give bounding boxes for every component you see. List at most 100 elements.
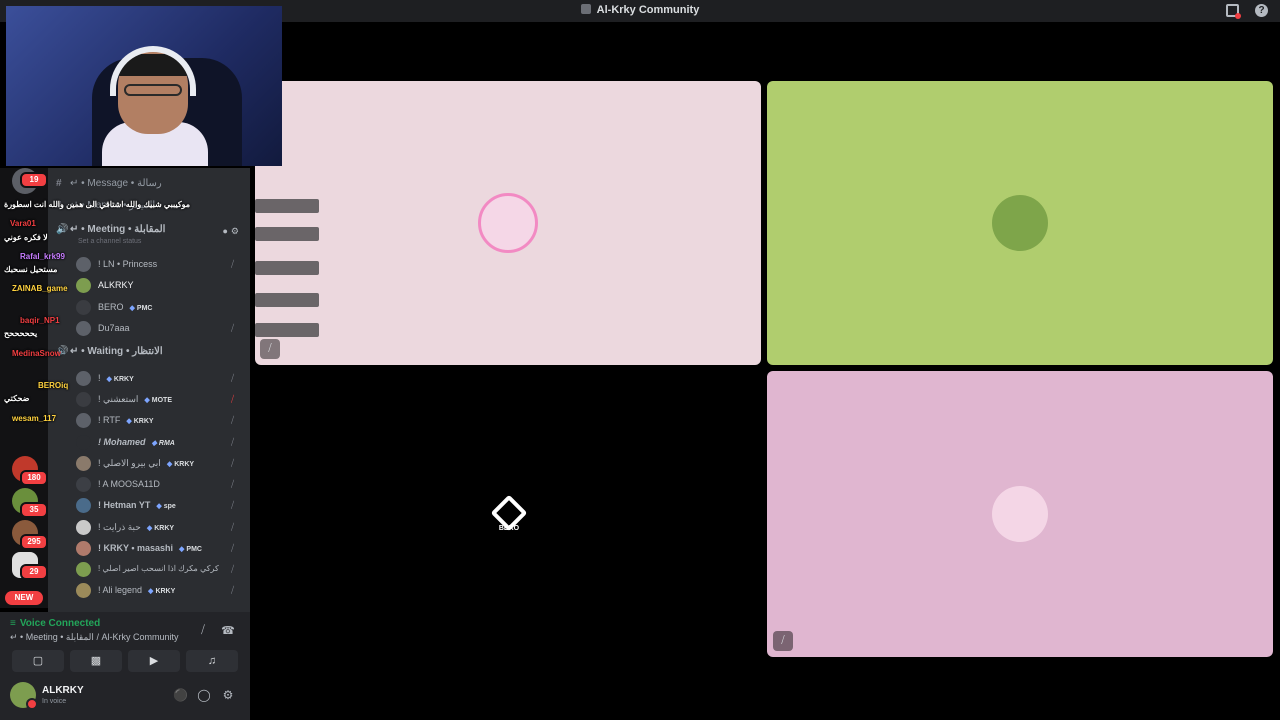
- participant-label: BERO: [498, 525, 520, 532]
- voice-member[interactable]: ! ابي بيرو الاصلي KRKY ⧸: [76, 455, 244, 473]
- member-name: ! ابي بيرو الاصلي KRKY: [98, 458, 194, 469]
- chat-text: ضحكتي: [4, 394, 30, 403]
- chat-username: Vara01: [10, 219, 36, 228]
- noise-suppression-icon[interactable]: ⧸: [196, 624, 210, 638]
- avatar[interactable]: [10, 682, 38, 710]
- member-tag: PMC: [179, 546, 202, 553]
- member-tag: KRKY: [147, 525, 174, 532]
- mute-icon: ⧸: [230, 437, 234, 447]
- mention-badge: 19: [20, 172, 48, 188]
- webcam-overlay: [6, 6, 282, 166]
- mute-icon: ⧸: [773, 631, 793, 651]
- participant-tile[interactable]: [767, 81, 1273, 365]
- camera-off-button[interactable]: ▢: [12, 650, 64, 672]
- avatar: [76, 583, 91, 598]
- window-title-text: Al-Krky Community: [596, 4, 700, 16]
- new-badge[interactable]: NEW: [5, 591, 43, 605]
- chat-message: لا فكره عوني: [4, 233, 48, 242]
- mute-icon: ⧸: [230, 259, 234, 269]
- mention-badge: 295: [20, 534, 48, 550]
- voice-member[interactable]: ! Ali legend KRKY ⧸: [76, 582, 244, 600]
- mute-icon: ⧸: [230, 458, 234, 468]
- voice-member[interactable]: ! Hetman YT spe ⧸: [76, 497, 244, 515]
- voice-member[interactable]: ! KRKY • masashi PMC ⧸: [76, 540, 244, 558]
- disconnect-icon[interactable]: ☎: [221, 624, 235, 638]
- member-tag: spe: [156, 503, 175, 510]
- chat-message: موكيببي شبيك والله اشتاقي الى همين والله…: [4, 200, 190, 209]
- webcam-glasses: [124, 84, 182, 96]
- voice-member[interactable]: ! كركي مكرك اذا انسحب اصير اصلي ⧸: [76, 561, 244, 579]
- mute-icon: ⧸: [230, 500, 234, 510]
- avatar: [992, 195, 1048, 251]
- chat-username: MedinaSnow: [12, 349, 61, 358]
- server-icon: [580, 4, 591, 14]
- chat-username: Rafal_krk99: [20, 252, 65, 261]
- participant-tile[interactable]: ⧸: [255, 81, 761, 365]
- inbox-icon[interactable]: [1226, 4, 1241, 19]
- user-status: In voice: [42, 698, 67, 705]
- chat-message: يحححححح: [4, 329, 37, 338]
- mention-badge: 29: [20, 564, 48, 580]
- overlay-bar: [255, 199, 319, 213]
- user-name[interactable]: ALKRKY: [42, 685, 84, 696]
- mute-icon: ⧸: [230, 373, 234, 383]
- member-name: ! كركي مكرك اذا انسحب اصير اصلي: [98, 564, 219, 573]
- mute-icon: ⧸: [230, 479, 234, 489]
- avatar: [76, 562, 91, 577]
- participant-tile[interactable]: ⧸: [767, 371, 1273, 657]
- member-name-text: ! حبة ذرايت: [98, 522, 141, 532]
- chat-username: ZAINAB_game: [12, 284, 68, 293]
- member-name: ! حبة ذرايت KRKY: [98, 522, 174, 533]
- mute-icon: ⧸: [230, 522, 234, 532]
- mute-icon: ⧸: [230, 585, 234, 595]
- member-name-text: ! ابي بيرو الاصلي: [98, 458, 161, 468]
- overlay-bar: [255, 261, 319, 275]
- voice-connected-status[interactable]: Voice Connected: [10, 618, 100, 629]
- overlay-bar: [255, 323, 319, 337]
- mute-icon: ⧸: [260, 339, 280, 359]
- avatar: [76, 541, 91, 556]
- chat-text: لا فكره عوني: [4, 233, 48, 242]
- chat-text: موكيببي شبيك والله اشتاقي الى همين والله…: [4, 200, 191, 209]
- participant-tile[interactable]: BERO: [255, 371, 761, 657]
- soundboard-button[interactable]: ♫: [186, 650, 238, 672]
- member-name-text: ! Ali legend: [98, 585, 143, 595]
- voice-member[interactable]: ! حبة ذرايت KRKY ⧸: [76, 519, 244, 537]
- member-name: ! Ali legend KRKY: [98, 585, 175, 595]
- chat-username: BEROiq: [38, 381, 69, 390]
- stream-chat-overlay: موكيببي شبيك والله اشتاقي الى همين والله…: [0, 188, 190, 438]
- voice-panel: Voice Connected ↵ • Meeting • المقابلة /…: [0, 612, 250, 720]
- avatar: [478, 193, 538, 253]
- voice-member[interactable]: ! A MOOSA11D ⧸: [76, 476, 244, 494]
- mute-icon: ⧸: [230, 564, 234, 574]
- member-name: ! Mohamed RMA: [98, 437, 175, 447]
- chat-username: baqir_NP1: [20, 316, 60, 325]
- member-name: ! A MOOSA11D: [98, 479, 160, 489]
- help-icon[interactable]: ?: [1255, 4, 1268, 17]
- chat-text: يحححححح: [4, 329, 38, 338]
- channel-tools[interactable]: ●⚙: [222, 226, 242, 237]
- activities-button[interactable]: ▶: [128, 650, 180, 672]
- mention-badge: 180: [20, 470, 48, 486]
- member-name-text: ! Mohamed: [98, 437, 146, 447]
- voice-location[interactable]: ↵ • Meeting • المقابلة / Al-Krky Communi…: [10, 632, 178, 643]
- avatar: [76, 456, 91, 471]
- overlay-bar: [255, 293, 319, 307]
- mute-icon: ⧸: [230, 543, 234, 553]
- member-name-text: ! Hetman YT: [98, 500, 151, 510]
- member-tag: KRKY: [167, 461, 194, 468]
- avatar: [76, 498, 91, 513]
- mute-icon: ⧸: [230, 415, 234, 425]
- microphone-icon[interactable]: ⚫: [173, 688, 188, 702]
- avatar: [76, 477, 91, 492]
- screen-share-button[interactable]: ▩: [70, 650, 122, 672]
- chat-message: ضحكتي: [4, 394, 29, 403]
- member-name: ! Hetman YT spe: [98, 500, 176, 510]
- member-name-text: ! KRKY • masashi: [98, 543, 174, 553]
- chat-username: wesam_117: [12, 414, 57, 423]
- chat-message: مستحيل نسحبك: [4, 265, 57, 274]
- settings-icon[interactable]: ⚙: [221, 688, 235, 702]
- mention-badge: 35: [20, 502, 48, 518]
- headphones-icon[interactable]: ◯: [197, 688, 211, 702]
- avatar: [992, 486, 1048, 542]
